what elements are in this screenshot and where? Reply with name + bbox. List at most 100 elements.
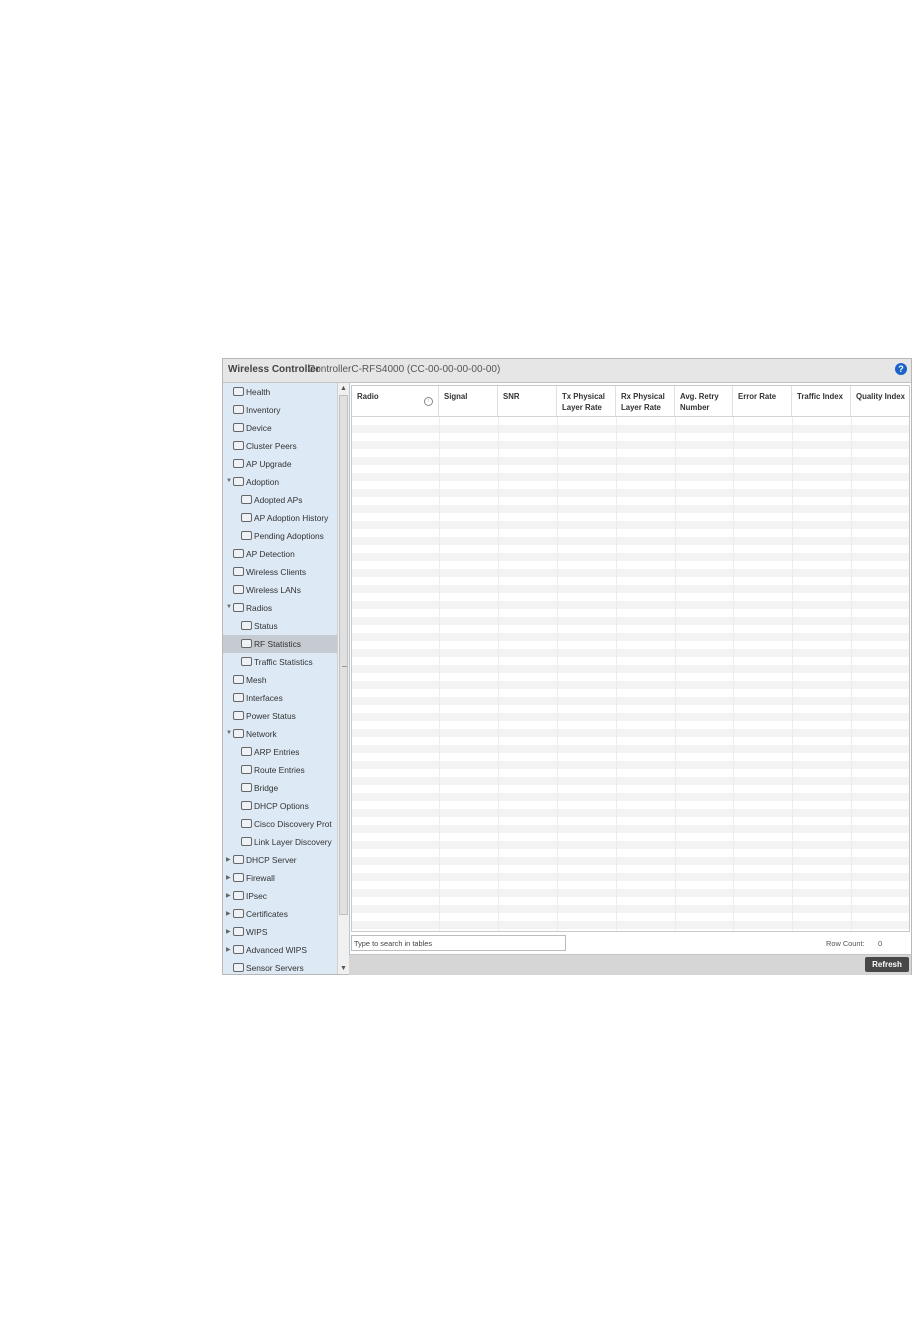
table-row	[352, 833, 909, 841]
scroll-up-icon[interactable]: ▲	[340, 385, 347, 392]
table-row	[352, 449, 909, 457]
expander-icon[interactable]: ▶	[226, 856, 231, 863]
column-header[interactable]: Error Rate	[733, 386, 792, 416]
column-header[interactable]: Rx Physical Layer Rate	[616, 386, 675, 416]
sidebar-item-wireless-lans[interactable]: Wireless LANs	[223, 581, 337, 599]
expander-icon[interactable]: ▶	[226, 928, 231, 935]
sidebar-item-power-status[interactable]: Power Status	[223, 707, 337, 725]
bridge-icon	[241, 783, 252, 792]
table-row	[352, 641, 909, 649]
sidebar-item-dhcp-options[interactable]: DHCP Options	[223, 797, 337, 815]
table-row	[352, 825, 909, 833]
sidebar-item-dhcp-server[interactable]: ▶ DHCP Server	[223, 851, 337, 869]
expander-icon[interactable]: ▶	[226, 910, 231, 917]
sidebar-item-radio-status[interactable]: Status	[223, 617, 337, 635]
sidebar-item-label: Link Layer Discovery	[254, 837, 332, 847]
column-header[interactable]: SNR	[498, 386, 557, 416]
table-row	[352, 841, 909, 849]
sidebar-item-label: AP Upgrade	[246, 459, 292, 469]
sidebar-item-cluster-peers[interactable]: Cluster Peers	[223, 437, 337, 455]
table-row	[352, 721, 909, 729]
table-row	[352, 881, 909, 889]
sidebar-item-wireless-clients[interactable]: Wireless Clients	[223, 563, 337, 581]
column-header[interactable]: Avg. Retry Number	[675, 386, 733, 416]
sort-icon[interactable]: ↑	[424, 397, 433, 406]
sidebar-item-arp-entries[interactable]: ARP Entries	[223, 743, 337, 761]
expander-icon[interactable]: ▼	[226, 478, 232, 484]
link-layer-discovery-icon	[241, 837, 252, 846]
sidebar-item-traffic-statistics[interactable]: Traffic Statistics	[223, 653, 337, 671]
scroll-down-icon[interactable]: ▼	[340, 965, 347, 972]
table-row	[352, 585, 909, 593]
sidebar-item-link-layer-discovery[interactable]: Link Layer Discovery	[223, 833, 337, 851]
radios-icon	[233, 603, 244, 612]
certificates-icon	[233, 909, 244, 918]
table-row	[352, 913, 909, 921]
help-icon[interactable]: ?	[895, 363, 907, 375]
sidebar-item-label: Device	[246, 423, 272, 433]
sidebar-item-network[interactable]: ▼ Network	[223, 725, 337, 743]
navigation-tree-panel: Health Inventory Device Cluster Peers AP Upg…	[223, 383, 350, 974]
sidebar-item-rf-statistics[interactable]: RF Statistics	[223, 635, 337, 653]
expander-icon[interactable]: ▼	[226, 730, 232, 736]
wips-icon	[233, 927, 244, 936]
sidebar-item-advanced-wips[interactable]: ▶ Advanced WIPS	[223, 941, 337, 959]
scrollbar-thumb[interactable]	[339, 395, 348, 915]
sidebar-item-adopted-aps[interactable]: Adopted APs	[223, 491, 337, 509]
table-row	[352, 481, 909, 489]
table-row	[352, 689, 909, 697]
refresh-button[interactable]: Refresh	[865, 957, 909, 972]
column-header[interactable]: Traffic Index	[792, 386, 851, 416]
sidebar-item-adoption-history[interactable]: AP Adoption History	[223, 509, 337, 527]
expander-icon[interactable]: ▶	[226, 874, 231, 881]
column-header[interactable]: Tx Physical Layer Rate	[557, 386, 616, 416]
sidebar-item-wips[interactable]: ▶ WIPS	[223, 923, 337, 941]
table-row	[352, 753, 909, 761]
interfaces-icon	[233, 693, 244, 702]
table-row	[352, 737, 909, 745]
table-row	[352, 553, 909, 561]
expander-icon[interactable]: ▶	[226, 946, 231, 953]
column-header[interactable]: Radio ↑	[352, 386, 439, 416]
sidebar-item-adoption[interactable]: ▼ Adoption	[223, 473, 337, 491]
sidebar-item-pending-adoptions[interactable]: Pending Adoptions	[223, 527, 337, 545]
sidebar-item-ap-upgrade[interactable]: AP Upgrade	[223, 455, 337, 473]
network-icon	[233, 729, 244, 738]
table-row	[352, 905, 909, 913]
sidebar-item-label: Interfaces	[246, 693, 283, 703]
table-row	[352, 441, 909, 449]
expander-icon[interactable]: ▼	[226, 604, 232, 610]
wireless-lans-icon	[233, 585, 244, 594]
sidebar-item-cisco-discovery[interactable]: Cisco Discovery Prot	[223, 815, 337, 833]
column-header[interactable]: Quality Index	[851, 386, 909, 416]
sidebar-item-firewall[interactable]: ▶ Firewall	[223, 869, 337, 887]
table-row	[352, 433, 909, 441]
column-divider	[498, 417, 499, 931]
sidebar-item-sensor-servers[interactable]: Sensor Servers	[223, 959, 337, 974]
sidebar-item-route-entries[interactable]: Route Entries	[223, 761, 337, 779]
sidebar-item-label: WIPS	[246, 927, 268, 937]
navigation-tree: Health Inventory Device Cluster Peers AP Upg…	[223, 383, 337, 974]
sidebar-item-ap-detection[interactable]: AP Detection	[223, 545, 337, 563]
expander-icon[interactable]: ▶	[226, 892, 231, 899]
sidebar-item-interfaces[interactable]: Interfaces	[223, 689, 337, 707]
sidebar-item-inventory[interactable]: Inventory	[223, 401, 337, 419]
search-input[interactable]	[351, 935, 566, 951]
column-header-label: Traffic Index	[797, 392, 843, 401]
table-row	[352, 673, 909, 681]
sidebar-item-label: Firewall	[246, 873, 275, 883]
sidebar-item-health[interactable]: Health	[223, 383, 337, 401]
sidebar-item-mesh[interactable]: Mesh	[223, 671, 337, 689]
sidebar-scrollbar[interactable]: ▲ ▼	[337, 383, 349, 974]
sidebar-item-certificates[interactable]: ▶ Certificates	[223, 905, 337, 923]
sidebar-item-bridge[interactable]: Bridge	[223, 779, 337, 797]
table-body	[352, 417, 909, 931]
arp-entries-icon	[241, 747, 252, 756]
sidebar-item-ipsec[interactable]: ▶ IPsec	[223, 887, 337, 905]
sidebar-item-radios[interactable]: ▼ Radios	[223, 599, 337, 617]
sidebar-item-label: Route Entries	[254, 765, 305, 775]
sidebar-item-device[interactable]: Device	[223, 419, 337, 437]
sidebar-item-label: Bridge	[254, 783, 279, 793]
column-header[interactable]: Signal	[439, 386, 498, 416]
table-row	[352, 713, 909, 721]
